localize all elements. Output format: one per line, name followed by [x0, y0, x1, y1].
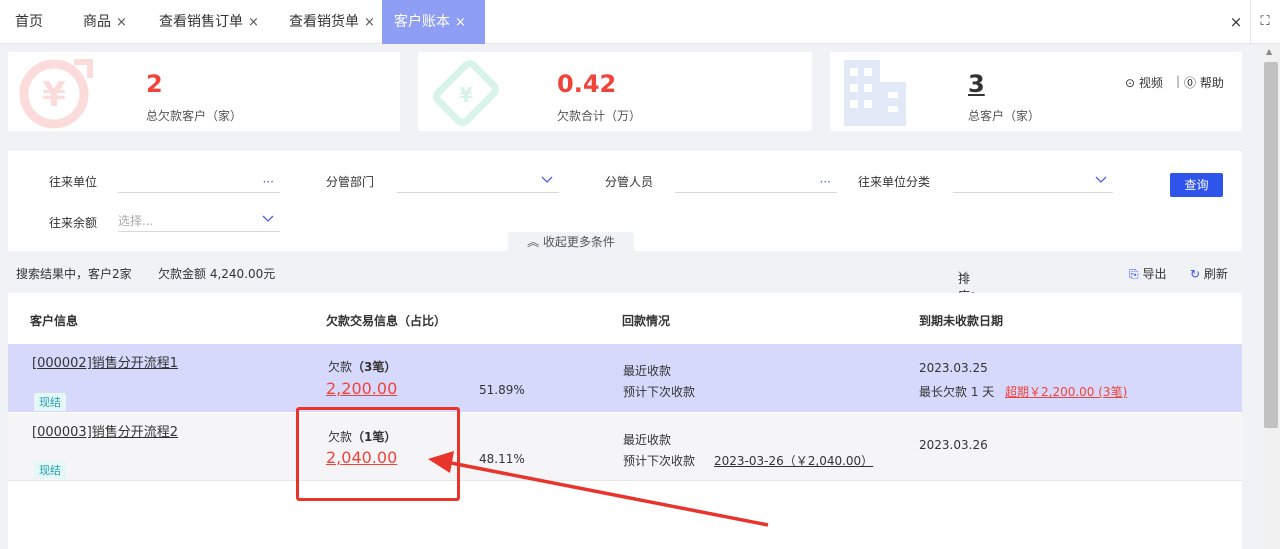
annotation-arrow [428, 451, 769, 527]
